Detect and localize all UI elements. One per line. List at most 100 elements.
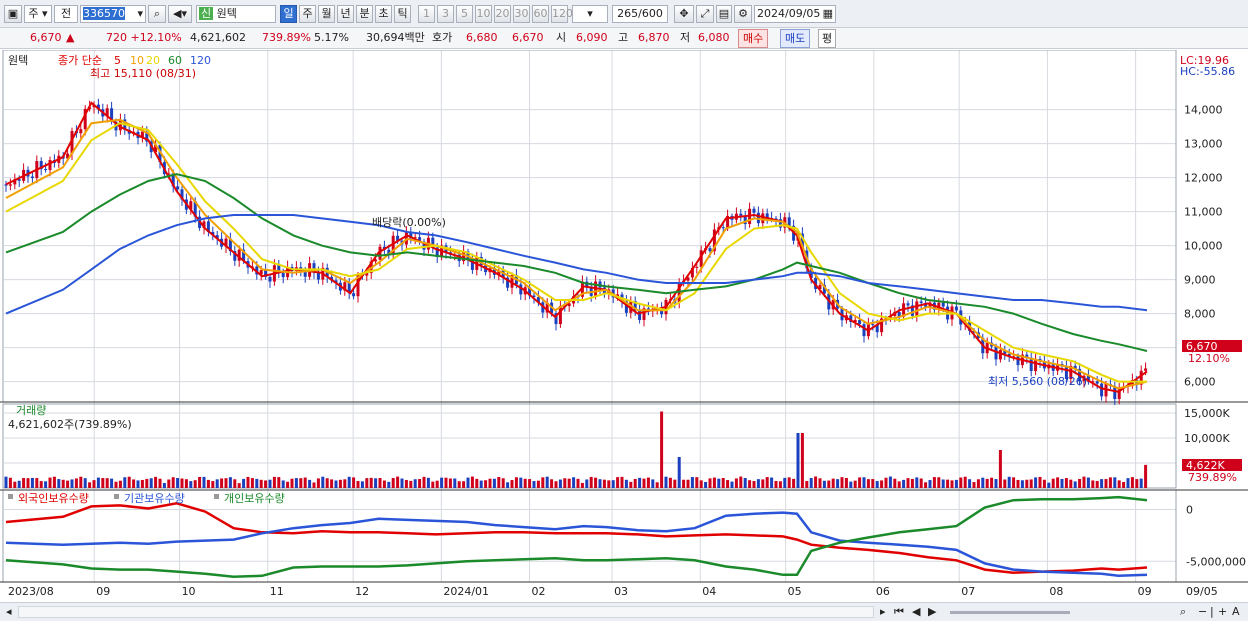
search-icon[interactable]: ⌕ xyxy=(148,5,166,23)
scroll-left-icon[interactable]: ◂ xyxy=(6,604,12,620)
volume-bar xyxy=(880,480,884,488)
minute-button[interactable]: 120 xyxy=(551,5,573,23)
volume-bar xyxy=(673,479,677,488)
volume-bar xyxy=(79,476,83,488)
zoom-slider[interactable] xyxy=(950,611,1070,614)
period-button[interactable]: 틱 xyxy=(394,5,411,23)
date-axis-label: 04 xyxy=(702,585,716,598)
minute-button[interactable]: 10 xyxy=(475,5,492,23)
calendar-icon[interactable]: ▦ xyxy=(823,6,833,22)
volume-bar xyxy=(765,477,769,488)
scroll-right-icon[interactable]: ▸ xyxy=(880,604,886,620)
font-size-icon[interactable]: A xyxy=(1232,604,1240,620)
volume-bar xyxy=(717,478,721,488)
volume-bar xyxy=(66,480,70,488)
window-menu-icon[interactable]: ▣ xyxy=(4,5,22,23)
volume-axis-label: 10,000K xyxy=(1184,432,1230,445)
code-prefix-select[interactable]: 주 ▾ xyxy=(24,5,52,23)
date-field[interactable]: 2024/09/05 ▦ xyxy=(754,5,836,23)
volume-bar xyxy=(910,478,914,488)
stock-code-field[interactable]: 336570 ▾ xyxy=(80,5,146,23)
save-icon[interactable]: ▤ xyxy=(716,5,732,23)
high-label: 고 xyxy=(618,31,629,44)
minute-button[interactable]: 1 xyxy=(418,5,435,23)
low-label: 저 xyxy=(680,31,691,44)
candle-body xyxy=(1144,368,1148,371)
price-axis-label: 6,000 xyxy=(1184,376,1216,389)
price: 6,670 xyxy=(30,31,62,44)
period-button[interactable]: 초 xyxy=(375,5,392,23)
dropdown-icon[interactable]: ▾ xyxy=(137,6,143,22)
volume-bar xyxy=(959,477,963,488)
minute-button[interactable]: 5 xyxy=(456,5,473,23)
volume-bar xyxy=(756,479,760,488)
candle-body xyxy=(79,129,83,134)
minute-button[interactable]: 60 xyxy=(532,5,549,23)
volume-bar xyxy=(858,477,862,488)
scroll-bar: ◂ ▸ ⏮ ◀ ▶ ⌕ − | + A xyxy=(0,602,1248,621)
volume-bar xyxy=(290,478,294,488)
volume-bar xyxy=(114,481,118,488)
minute-button[interactable]: 3 xyxy=(437,5,454,23)
period-button[interactable]: 주 xyxy=(299,5,316,23)
period-button[interactable]: 월 xyxy=(318,5,335,23)
volume-bar xyxy=(338,479,342,488)
unit-select[interactable]: ▾ xyxy=(572,5,608,23)
scroll-track[interactable] xyxy=(18,606,874,618)
volume-bar xyxy=(1126,478,1130,488)
volume-bar xyxy=(255,478,259,488)
volume-bar xyxy=(818,478,822,488)
minus-icon[interactable]: − xyxy=(1198,604,1207,620)
volume-bar xyxy=(268,479,272,488)
period-button[interactable]: 분 xyxy=(356,5,373,23)
volume-bar xyxy=(589,476,593,488)
count-field[interactable]: 265/600 xyxy=(612,5,668,23)
zoom-out-icon[interactable]: ⌕ xyxy=(1180,604,1186,620)
volume-bar xyxy=(642,478,646,488)
stock-name-field[interactable]: 신 원텍 xyxy=(196,5,276,23)
crosshair-icon[interactable]: ✥ xyxy=(674,5,694,23)
volume-bar xyxy=(598,479,602,488)
volume-bar xyxy=(52,476,56,488)
volume-bar xyxy=(462,481,466,488)
volume-bar xyxy=(158,478,162,488)
sell-button[interactable]: 매도 xyxy=(780,29,811,48)
volume-bar xyxy=(440,477,444,488)
ma-legend-period: 20 xyxy=(146,54,160,67)
sound-icon[interactable]: ◀▾ xyxy=(168,5,192,23)
first-page-icon[interactable]: ⏮ xyxy=(894,604,904,620)
volume-bar xyxy=(343,479,347,488)
volume-bar xyxy=(30,477,34,488)
minute-button[interactable]: 30 xyxy=(513,5,530,23)
next-page-icon[interactable]: ▶ xyxy=(928,604,936,620)
price-tag-change: 12.10% xyxy=(1188,352,1230,365)
volume-bar xyxy=(761,479,765,488)
volume-bar xyxy=(528,479,532,488)
draw-tool-icon[interactable]: ⤢ xyxy=(696,5,714,23)
volume-bar xyxy=(611,480,615,488)
low-price: 6,080 xyxy=(698,31,730,44)
flat-button[interactable]: 평 xyxy=(818,29,837,48)
volume-bar xyxy=(162,483,166,488)
period-button[interactable]: 년 xyxy=(337,5,354,23)
prev-page-icon[interactable]: ◀ xyxy=(912,604,920,620)
volume-bar xyxy=(695,477,699,488)
volume-bar xyxy=(1007,476,1011,488)
price-axis-label: 13,000 xyxy=(1184,138,1223,151)
candle-body xyxy=(954,306,958,311)
gear-icon[interactable]: ⚙ xyxy=(734,5,752,23)
stock-chart[interactable]: 14,000 13,000 12,000 11,000 10,000 9,000 8,000… xyxy=(0,50,1248,602)
volume-bar xyxy=(1082,476,1086,488)
buy-button[interactable]: 매수 xyxy=(738,29,769,48)
minute-button[interactable]: 20 xyxy=(494,5,511,23)
volume-bar xyxy=(400,478,404,488)
code-scope-select[interactable]: 전 xyxy=(54,5,78,23)
plus-icon[interactable]: + xyxy=(1218,604,1227,620)
date-axis-label: 08 xyxy=(1049,585,1063,598)
period-button[interactable]: 일 xyxy=(280,5,297,23)
volume-bar xyxy=(61,479,65,488)
volume-bar xyxy=(426,477,430,488)
volume-bar xyxy=(1025,479,1029,488)
date-value: 2024/09/05 xyxy=(757,7,821,20)
volume-bar xyxy=(303,477,307,488)
